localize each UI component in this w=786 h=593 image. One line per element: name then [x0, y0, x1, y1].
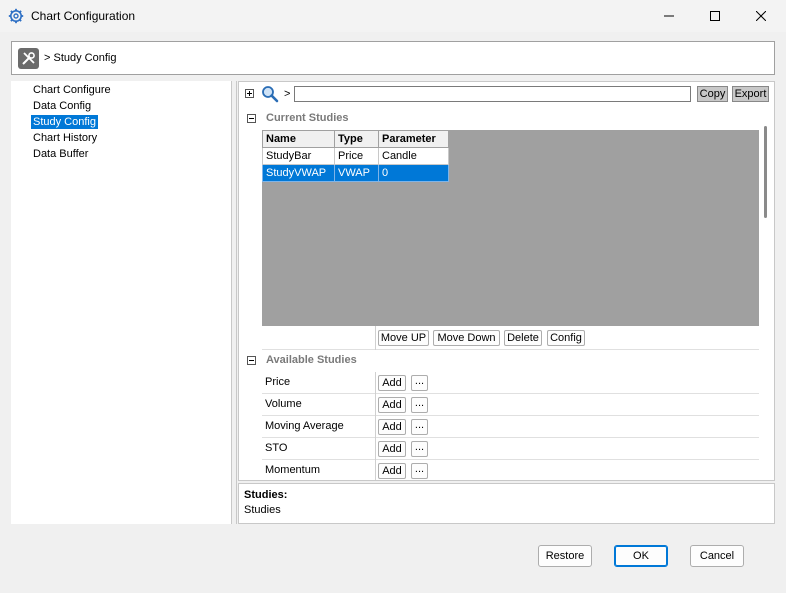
property-grid: > Copy Export Current Studies Name Type … — [238, 81, 775, 481]
maximize-icon — [710, 11, 720, 21]
move-up-button[interactable]: Move UP — [378, 330, 429, 346]
search-input[interactable] — [294, 86, 691, 102]
list-item: Momentum Add ... — [262, 460, 759, 480]
close-button[interactable] — [738, 0, 784, 32]
current-studies-header[interactable]: Current Studies — [239, 109, 764, 129]
study-options-button[interactable]: ... — [411, 419, 428, 435]
scrollbar-thumb[interactable] — [764, 126, 767, 218]
row-divider — [375, 394, 376, 416]
table-cell[interactable]: 0 — [378, 164, 449, 182]
row-divider — [375, 416, 376, 438]
table-cell[interactable]: VWAP — [334, 164, 379, 182]
delete-button[interactable]: Delete — [504, 330, 542, 346]
study-name: Momentum — [265, 464, 321, 476]
table-cell[interactable]: Price — [334, 147, 379, 165]
table-cell[interactable]: StudyVWAP — [262, 164, 335, 182]
study-options-button[interactable]: ... — [411, 441, 428, 457]
gear-icon — [8, 8, 24, 24]
grid-scrollbar[interactable] — [762, 126, 770, 478]
study-options-button[interactable]: ... — [411, 375, 428, 391]
config-button[interactable]: Config — [547, 330, 585, 346]
copy-button[interactable]: Copy — [697, 86, 728, 102]
tree-item-study-config[interactable]: Study Config — [31, 115, 98, 129]
list-item: STO Add ... — [262, 438, 759, 460]
row-divider — [375, 372, 376, 394]
column-header-type[interactable]: Type — [334, 130, 379, 148]
minimize-button[interactable] — [646, 0, 692, 32]
minimize-icon — [664, 15, 674, 17]
panel-splitter[interactable] — [231, 81, 237, 524]
expand-all-icon[interactable] — [245, 89, 254, 98]
row-divider — [375, 326, 376, 350]
table-row[interactable]: StudyBar Price Candle — [262, 147, 449, 165]
study-name: Volume — [265, 398, 302, 410]
row-divider — [375, 460, 376, 480]
list-item: Volume Add ... — [262, 394, 759, 416]
window-title: Chart Configuration — [31, 9, 136, 23]
study-name: STO — [265, 442, 288, 454]
add-study-button[interactable]: Add — [378, 441, 406, 457]
column-header-parameter[interactable]: Parameter — [378, 130, 449, 148]
column-header-name[interactable]: Name — [262, 130, 335, 148]
tree-item-data-buffer[interactable]: Data Buffer — [31, 147, 90, 161]
close-icon — [756, 11, 766, 21]
breadcrumb-path: > Study Config — [44, 52, 117, 64]
help-title: Studies: — [244, 489, 288, 501]
add-study-button[interactable]: Add — [378, 397, 406, 413]
available-studies-heading: Available Studies — [266, 354, 357, 366]
table-header-row: Name Type Parameter — [262, 130, 449, 148]
breadcrumb: > Study Config — [11, 41, 775, 75]
help-description: Studies — [244, 504, 281, 516]
add-study-button[interactable]: Add — [378, 463, 406, 479]
table-cell[interactable]: Candle — [378, 147, 449, 165]
search-separator: > — [284, 88, 291, 100]
ok-button[interactable]: OK — [614, 545, 668, 567]
study-name: Moving Average — [265, 420, 344, 432]
collapse-icon[interactable] — [247, 356, 256, 365]
restore-button[interactable]: Restore — [538, 545, 592, 567]
list-item: Price Add ... — [262, 372, 759, 394]
add-study-button[interactable]: Add — [378, 419, 406, 435]
table-row[interactable]: StudyVWAP VWAP 0 — [262, 164, 449, 182]
tree-item-data-config[interactable]: Data Config — [31, 99, 93, 113]
export-button[interactable]: Export — [732, 86, 769, 102]
collapse-icon[interactable] — [247, 114, 256, 123]
tree-item-chart-history[interactable]: Chart History — [31, 131, 99, 145]
tree-item-chart-configure[interactable]: Chart Configure — [31, 83, 113, 97]
list-item: Moving Average Add ... — [262, 416, 759, 438]
search-icon[interactable] — [261, 85, 279, 106]
table-cell[interactable]: StudyBar — [262, 147, 335, 165]
study-options-button[interactable]: ... — [411, 463, 428, 479]
help-panel: Studies: Studies — [238, 483, 775, 524]
current-studies-heading: Current Studies — [266, 112, 349, 124]
tools-icon — [18, 48, 39, 69]
current-studies-grid: Name Type Parameter StudyBar Price Candl… — [262, 130, 759, 326]
available-studies-header[interactable]: Available Studies — [239, 351, 764, 371]
maximize-button[interactable] — [692, 0, 738, 32]
move-down-button[interactable]: Move Down — [433, 330, 500, 346]
config-tree: Chart Configure Data Config Study Config… — [11, 81, 231, 524]
study-actions-row: Move UP Move Down Delete Config — [262, 326, 759, 350]
row-divider — [375, 438, 376, 460]
add-study-button[interactable]: Add — [378, 375, 406, 391]
cancel-button[interactable]: Cancel — [690, 545, 744, 567]
title-bar: Chart Configuration — [0, 0, 786, 32]
study-name: Price — [265, 376, 291, 388]
current-studies-table: Name Type Parameter StudyBar Price Candl… — [262, 130, 449, 182]
grid-toolbar: > Copy Export — [239, 82, 774, 106]
study-options-button[interactable]: ... — [411, 397, 428, 413]
